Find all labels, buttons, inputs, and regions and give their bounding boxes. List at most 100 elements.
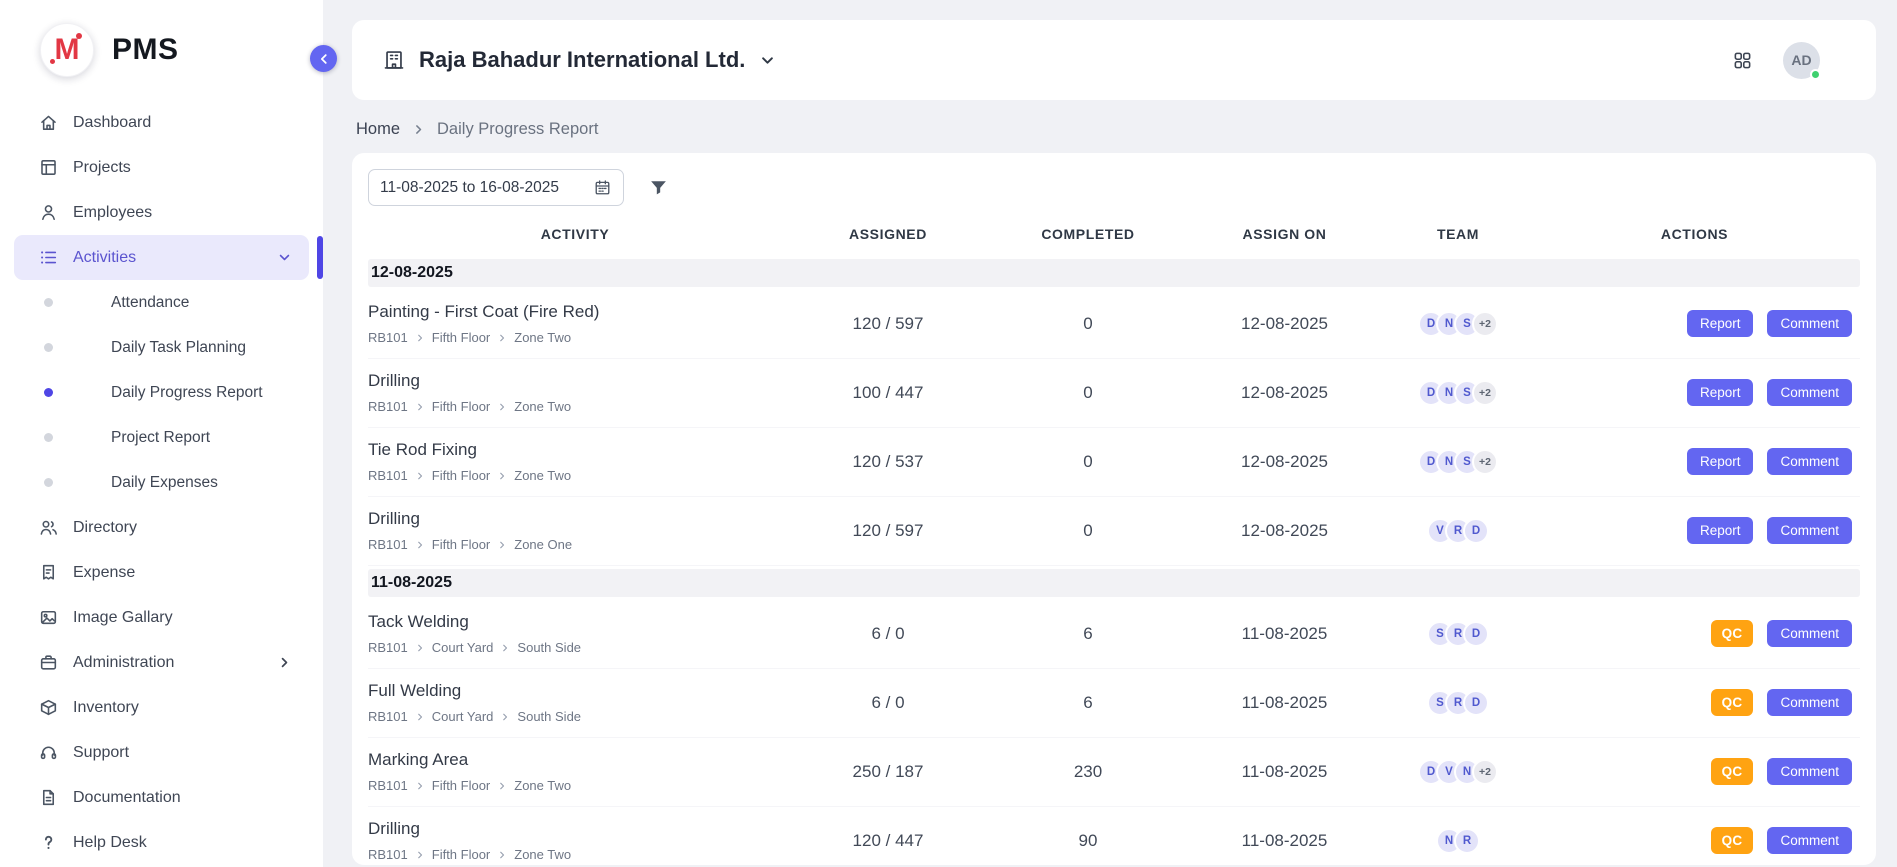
comment-button[interactable]: Comment xyxy=(1767,517,1852,544)
location-segment: Zone Two xyxy=(514,330,571,345)
breadcrumb-home[interactable]: Home xyxy=(356,120,400,139)
sidebar-item-projects[interactable]: Projects xyxy=(14,145,309,190)
team-more-badge[interactable]: +2 xyxy=(1472,759,1498,785)
sidebar-collapse-button[interactable] xyxy=(310,45,337,72)
sidebar-subitem-label: Project Report xyxy=(111,429,210,447)
table-row: Tack WeldingRB101Court YardSouth Side6 /… xyxy=(368,600,1860,669)
location-segment: RB101 xyxy=(368,778,408,793)
support-icon xyxy=(38,742,59,763)
team-cell: DNS+2 xyxy=(1387,380,1529,406)
team-member-avatar[interactable]: D xyxy=(1463,518,1489,544)
location-segment: RB101 xyxy=(368,709,408,724)
column-header-assign-on: ASSIGN ON xyxy=(1182,226,1387,242)
report-button[interactable]: Report xyxy=(1687,310,1754,337)
bullet-icon xyxy=(44,433,53,442)
chevron-right-icon xyxy=(497,781,507,791)
team-member-avatar[interactable]: D xyxy=(1463,690,1489,716)
activity-cell: Tie Rod FixingRB101Fifth FloorZone Two xyxy=(368,440,782,483)
assigned-value: 6 / 0 xyxy=(782,624,994,644)
sidebar-item-support[interactable]: Support xyxy=(14,730,309,775)
comment-button[interactable]: Comment xyxy=(1767,379,1852,406)
actions-cell: QC Comment xyxy=(1529,827,1860,854)
chevron-right-icon xyxy=(500,712,510,722)
activity-location: RB101Fifth FloorZone Two xyxy=(368,847,782,862)
team-member-avatar[interactable]: R xyxy=(1454,828,1480,854)
report-button[interactable]: Report xyxy=(1687,517,1754,544)
sidebar-item-image-gallary[interactable]: Image Gallary xyxy=(14,595,309,640)
activity-cell: Full WeldingRB101Court YardSouth Side xyxy=(368,681,782,724)
sidebar-item-administration[interactable]: Administration xyxy=(14,640,309,685)
calendar-icon xyxy=(593,178,612,197)
comment-button[interactable]: Comment xyxy=(1767,827,1852,854)
team-cell: DVN+2 xyxy=(1387,759,1529,785)
user-avatar[interactable]: AD xyxy=(1783,42,1820,79)
assign-on-value: 12-08-2025 xyxy=(1182,314,1387,334)
chevron-right-icon xyxy=(415,471,425,481)
location-segment: South Side xyxy=(517,640,581,655)
sidebar-item-documentation[interactable]: Documentation xyxy=(14,775,309,820)
brand: M PMS xyxy=(0,0,323,100)
comment-button[interactable]: Comment xyxy=(1767,448,1852,475)
date-range-input[interactable]: 11-08-2025 to 16-08-2025 xyxy=(368,169,624,206)
sidebar-item-directory[interactable]: Directory xyxy=(14,505,309,550)
comment-button[interactable]: Comment xyxy=(1767,758,1852,785)
comment-button[interactable]: Comment xyxy=(1767,689,1852,716)
chevron-right-icon xyxy=(415,643,425,653)
chevron-right-icon xyxy=(497,333,507,343)
filter-icon[interactable] xyxy=(648,177,669,198)
actions-cell: Report Comment xyxy=(1529,517,1860,544)
assigned-value: 120 / 537 xyxy=(782,452,994,472)
sidebar-subitem-project-report[interactable]: Project Report xyxy=(14,415,309,460)
team-more-badge[interactable]: +2 xyxy=(1472,449,1498,475)
report-card: 11-08-2025 to 16-08-2025 ACTIVITYASSIGNE… xyxy=(352,153,1876,865)
sidebar-item-inventory[interactable]: Inventory xyxy=(14,685,309,730)
sidebar-subitem-daily-progress-report[interactable]: Daily Progress Report xyxy=(14,370,309,415)
location-segment: Zone One xyxy=(514,537,572,552)
employees-icon xyxy=(38,202,59,223)
actions-cell: QC Comment xyxy=(1529,689,1860,716)
team-member-avatar[interactable]: D xyxy=(1463,621,1489,647)
apps-grid-icon[interactable] xyxy=(1732,50,1753,71)
location-segment: RB101 xyxy=(368,330,408,345)
qc-button[interactable]: QC xyxy=(1711,758,1754,785)
sidebar-item-help-desk[interactable]: Help Desk xyxy=(14,820,309,865)
sidebar-item-activities[interactable]: Activities xyxy=(14,235,309,280)
report-button[interactable]: Report xyxy=(1687,448,1754,475)
comment-button[interactable]: Comment xyxy=(1767,620,1852,647)
home-icon xyxy=(38,112,59,133)
report-button[interactable]: Report xyxy=(1687,379,1754,406)
qc-button[interactable]: QC xyxy=(1711,827,1754,854)
sidebar-subitem-daily-task-planning[interactable]: Daily Task Planning xyxy=(14,325,309,370)
sidebar-subitem-attendance[interactable]: Attendance xyxy=(14,280,309,325)
avatar-initials: AD xyxy=(1791,52,1811,68)
activity-location: RB101Court YardSouth Side xyxy=(368,640,782,655)
sidebar-item-label: Inventory xyxy=(73,699,139,717)
sidebar-item-employees[interactable]: Employees xyxy=(14,190,309,235)
sidebar-item-expense[interactable]: Expense xyxy=(14,550,309,595)
documentation-icon xyxy=(38,787,59,808)
bullet-icon xyxy=(44,343,53,352)
location-segment: Court Yard xyxy=(432,640,494,655)
team-cell: DNS+2 xyxy=(1387,311,1529,337)
company-selector[interactable]: Raja Bahadur International Ltd. xyxy=(382,47,777,73)
online-status-dot xyxy=(1810,69,1821,80)
column-header-activity: ACTIVITY xyxy=(368,226,782,242)
comment-button[interactable]: Comment xyxy=(1767,310,1852,337)
app-root: M PMS DashboardProjects Employees Activiti… xyxy=(0,0,1897,867)
topbar-right: AD xyxy=(1732,42,1846,79)
sidebar-subitem-label: Daily Task Planning xyxy=(111,339,246,357)
qc-button[interactable]: QC xyxy=(1711,620,1754,647)
chevron-right-icon xyxy=(415,540,425,550)
chevron-down-icon xyxy=(758,51,777,70)
qc-button[interactable]: QC xyxy=(1711,689,1754,716)
activity-name: Tack Welding xyxy=(368,612,782,632)
sidebar-subitem-daily-expenses[interactable]: Daily Expenses xyxy=(14,460,309,505)
sidebar-item-label: Expense xyxy=(73,564,135,582)
chevron-right-icon xyxy=(415,850,425,860)
team-more-badge[interactable]: +2 xyxy=(1472,380,1498,406)
team-more-badge[interactable]: +2 xyxy=(1472,311,1498,337)
sidebar-item-dashboard[interactable]: Dashboard xyxy=(14,100,309,145)
administration-icon xyxy=(38,652,59,673)
sidebar-item-label: Employees xyxy=(73,204,152,222)
building-icon xyxy=(382,48,406,72)
